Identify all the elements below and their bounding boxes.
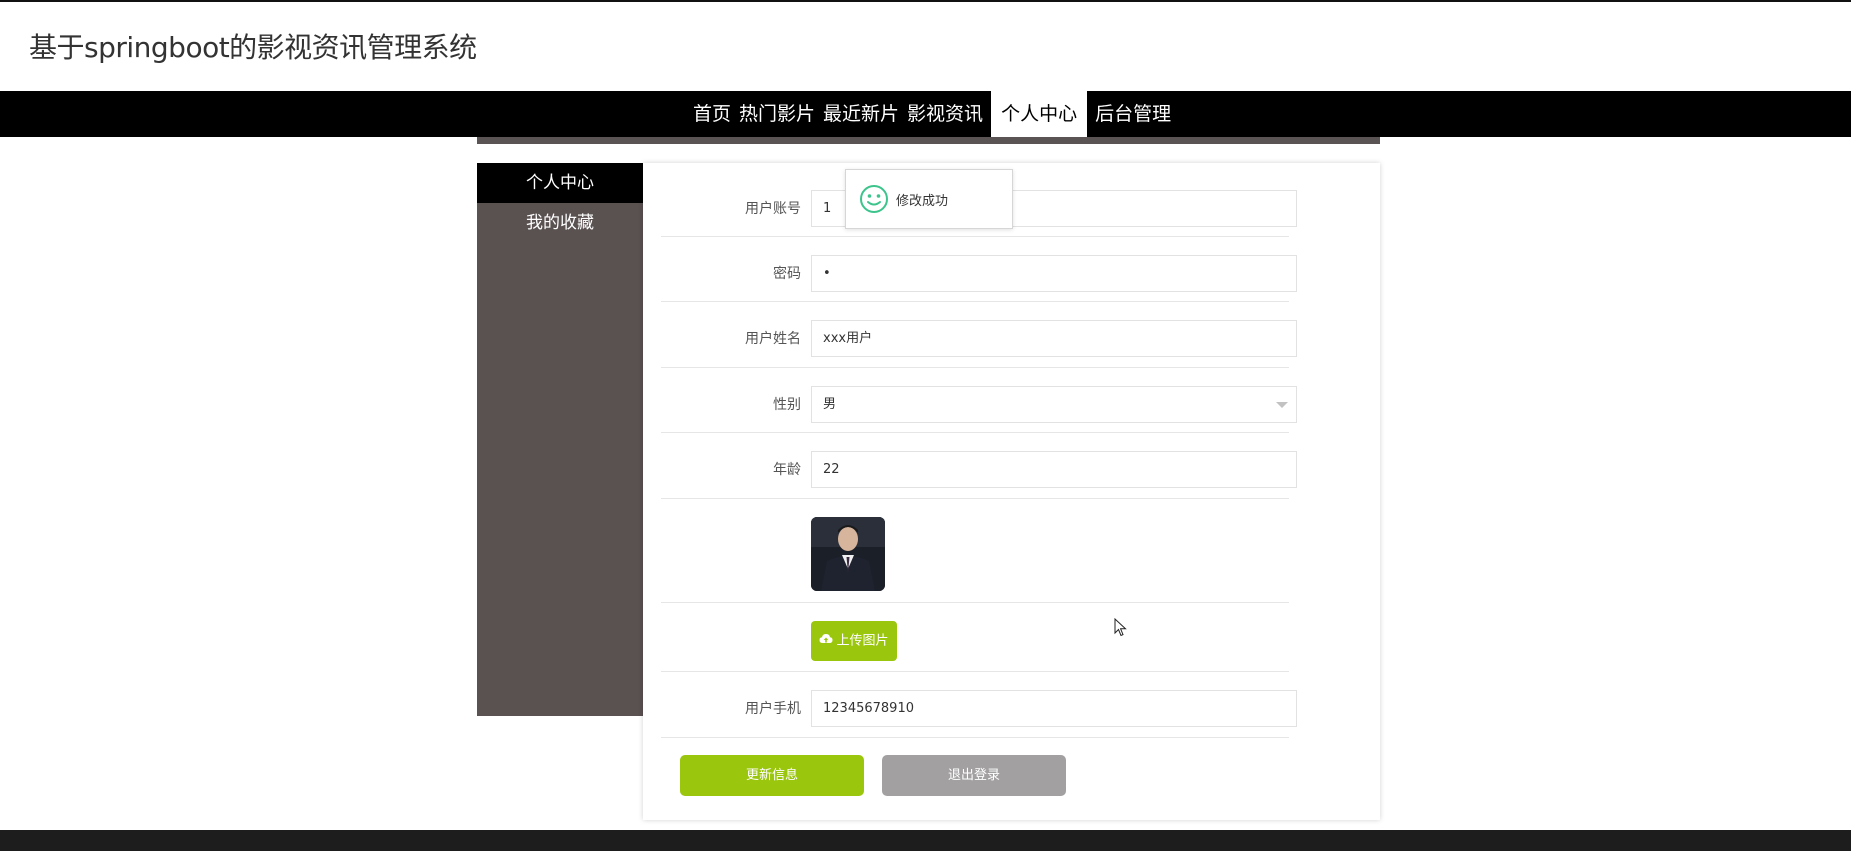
- success-toast: 修改成功: [845, 169, 1013, 229]
- form-row-password: 密码 •: [661, 237, 1297, 302]
- mouse-cursor-icon: [1114, 617, 1128, 642]
- update-info-button[interactable]: 更新信息: [680, 755, 864, 796]
- form-row-gender: 性别 男: [661, 368, 1297, 433]
- age-input[interactable]: 22: [811, 451, 1297, 488]
- form-row-name: 用户姓名 xxx用户: [661, 302, 1297, 368]
- upload-image-button[interactable]: 上传图片: [811, 621, 897, 661]
- upload-image-label: 上传图片: [836, 633, 889, 649]
- nav-menu: 首页 热门影片 最近新片 影视资讯 个人中心 后台管理: [689, 91, 1175, 137]
- nav-item-news[interactable]: 影视资讯: [903, 91, 987, 137]
- nav-item-new-movies[interactable]: 最近新片: [819, 91, 903, 137]
- age-label: 年龄: [773, 462, 801, 478]
- gender-select[interactable]: 男: [811, 386, 1297, 423]
- phone-input[interactable]: 12345678910: [811, 690, 1297, 727]
- name-label: 用户姓名: [745, 331, 801, 347]
- main-navbar: 首页 热门影片 最近新片 影视资讯 个人中心 后台管理: [0, 91, 1851, 137]
- nav-item-admin[interactable]: 后台管理: [1091, 91, 1175, 137]
- toast-message: 修改成功: [896, 194, 949, 209]
- account-label: 用户账号: [745, 201, 801, 217]
- avatar-image: [811, 517, 885, 591]
- form-row-age: 年龄 22: [661, 433, 1297, 499]
- profile-form-panel: 用户账号 1 密码 • 用户姓名 xxx用户 性别 男 年龄 22 上传图片 用…: [643, 163, 1380, 820]
- sidebar-item-profile[interactable]: 个人中心: [477, 163, 643, 203]
- logout-button[interactable]: 退出登录: [882, 755, 1066, 796]
- sidebar-item-favorites[interactable]: 我的收藏: [477, 203, 643, 243]
- site-title: 基于springboot的影视资讯管理系统: [29, 31, 477, 64]
- nav-item-hot-movies[interactable]: 热门影片: [735, 91, 819, 137]
- nav-item-home[interactable]: 首页: [689, 91, 735, 137]
- chevron-down-icon: [1276, 402, 1288, 408]
- gender-select-value: 男: [823, 397, 837, 412]
- password-input[interactable]: •: [811, 255, 1297, 292]
- cloud-upload-icon: [819, 621, 833, 661]
- form-row-phone: 用户手机 12345678910: [661, 672, 1297, 738]
- phone-label: 用户手机: [745, 701, 801, 717]
- form-row-upload: 上传图片: [661, 603, 1289, 672]
- smile-icon: [859, 184, 889, 218]
- nav-underbar: [477, 137, 1380, 144]
- avatar: [811, 517, 885, 591]
- name-input[interactable]: xxx用户: [811, 320, 1297, 357]
- nav-item-profile[interactable]: 个人中心: [991, 91, 1088, 137]
- form-row-avatar: [661, 499, 1289, 603]
- sidebar: 个人中心 我的收藏: [477, 163, 643, 716]
- page-footer: [0, 830, 1851, 851]
- password-label: 密码: [773, 266, 801, 282]
- gender-label: 性别: [773, 397, 801, 413]
- site-header: 基于springboot的影视资讯管理系统: [0, 2, 1851, 91]
